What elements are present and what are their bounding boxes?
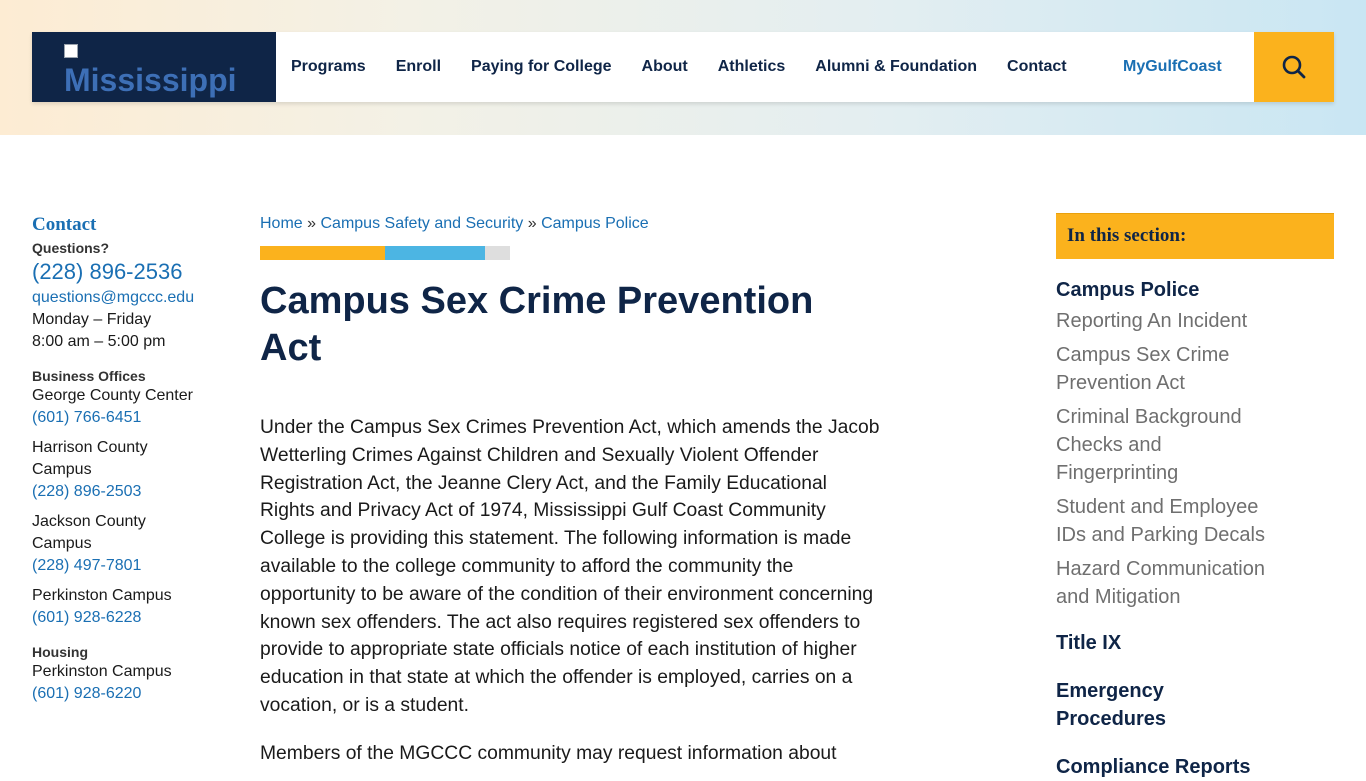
email-link[interactable]: questions@mgccc.edu [32, 287, 212, 309]
office-phone-link[interactable]: (601) 766-6451 [32, 407, 212, 429]
nav-programs[interactable]: Programs [276, 58, 381, 76]
sidebar-item-compliance-reports[interactable]: Compliance Reports [1056, 753, 1256, 781]
office-phone-link[interactable]: (601) 928-6228 [32, 607, 212, 629]
logo-alt-text: Mississippi [64, 62, 237, 98]
broken-image-icon [64, 44, 78, 58]
search-icon [1282, 55, 1306, 79]
sidebar-item-campus-police[interactable]: Campus Police [1056, 277, 1334, 304]
contact-heading: Contact [32, 214, 97, 235]
sidebar-item-background-checks[interactable]: Criminal Background Checks and Fingerpri… [1056, 403, 1246, 487]
main-content: Home » Campus Safety and Security » Camp… [260, 213, 885, 768]
accent-segment-gold [260, 246, 385, 260]
body-paragraph: Members of the MGCCC community may reque… [260, 742, 837, 764]
breadcrumb-home[interactable]: Home [260, 215, 303, 232]
nav-alumni-foundation[interactable]: Alumni & Foundation [800, 58, 992, 76]
accent-segment-blue [385, 246, 485, 260]
nav-mygulfcoast[interactable]: MyGulfCoast [1123, 32, 1222, 102]
nav-contact[interactable]: Contact [992, 58, 1082, 76]
section-heading: In this section: [1056, 213, 1334, 259]
sidebar-item-emergency-procedures[interactable]: Emergency Procedures [1056, 677, 1196, 733]
sidebar-item-ids-parking[interactable]: Student and Employee IDs and Parking Dec… [1056, 493, 1271, 549]
main-navbar: Mississippi Programs Enroll Paying for C… [32, 32, 1334, 102]
office-name: Jackson County Campus [32, 513, 146, 552]
sidebar-item-hazard-communication[interactable]: Hazard Communication and Mitigation [1056, 555, 1271, 611]
breadcrumb-separator: » [527, 215, 537, 232]
nav-links: Programs Enroll Paying for College About… [276, 32, 1082, 102]
nav-paying-for-college[interactable]: Paying for College [456, 58, 626, 76]
breadcrumb: Home » Campus Safety and Security » Camp… [260, 213, 885, 235]
nav-athletics[interactable]: Athletics [703, 58, 801, 76]
office-name: Perkinston Campus [32, 587, 172, 604]
body-paragraph: Under the Campus Sex Crimes Prevention A… [260, 417, 880, 716]
housing-label: Housing [32, 644, 88, 660]
contact-sidebar: Contact Questions? (228) 896-2536 questi… [32, 213, 212, 705]
accent-segment-gray [485, 246, 510, 260]
page-title: Campus Sex Crime Prevention Act [260, 280, 814, 369]
business-offices-label: Business Offices [32, 368, 146, 384]
office-name: George County Center [32, 387, 193, 404]
nav-about[interactable]: About [627, 58, 703, 76]
breadcrumb-campus-safety[interactable]: Campus Safety and Security [321, 215, 524, 232]
section-sidebar: In this section: Campus Police Reporting… [1056, 213, 1334, 781]
office-phone-link[interactable]: (228) 497-7801 [32, 555, 212, 577]
housing-phone-link[interactable]: (601) 928-6220 [32, 683, 212, 705]
search-button[interactable] [1254, 32, 1334, 102]
college-logo[interactable]: Mississippi [32, 32, 276, 102]
breadcrumb-separator: » [307, 215, 317, 232]
hours-days: Monday – Friday [32, 311, 152, 328]
sidebar-sub-list: Reporting An Incident Campus Sex Crime P… [1056, 307, 1334, 611]
nav-enroll[interactable]: Enroll [381, 58, 456, 76]
sidebar-item-sex-crime-act[interactable]: Campus Sex Crime Prevention Act [1056, 341, 1236, 397]
office-name: Harrison County Campus [32, 439, 148, 478]
office-phone-link[interactable]: (228) 896-2503 [32, 481, 212, 503]
questions-label: Questions? [32, 240, 110, 256]
sidebar-item-reporting-incident[interactable]: Reporting An Incident [1056, 307, 1271, 335]
housing-name: Perkinston Campus [32, 663, 172, 680]
sidebar-item-title-ix[interactable]: Title IX [1056, 629, 1256, 657]
main-phone-link[interactable]: (228) 896-2536 [32, 257, 212, 287]
hours-time: 8:00 am – 5:00 pm [32, 333, 166, 350]
breadcrumb-campus-police[interactable]: Campus Police [541, 215, 649, 232]
accent-bar [260, 246, 885, 260]
